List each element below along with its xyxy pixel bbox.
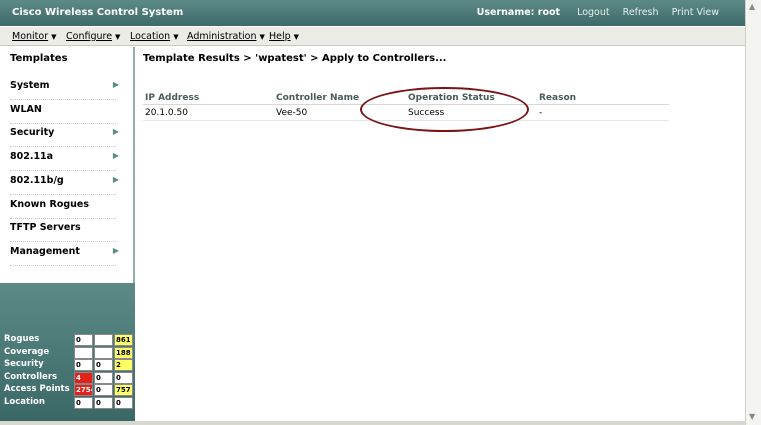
breadcrumb: Template Results > 'wpatest' > Apply to …: [143, 53, 447, 64]
menu-bar: Monitor ▼ Configure ▼ Location ▼ Administra…: [0, 27, 745, 46]
menu-administration-label: Administration: [187, 31, 257, 42]
menu-location-label: Location: [130, 31, 171, 42]
alarm-label: Location: [4, 397, 45, 407]
alarm-label: Access Points: [4, 384, 70, 394]
window-bottom-border: [0, 421, 745, 425]
app-header: Cisco Wireless Control System Username: …: [0, 0, 745, 26]
chevron-down-icon: ▼: [51, 33, 57, 41]
user-area: Username: root Logout Refresh Print View: [477, 7, 719, 18]
alarm-label: Controllers: [4, 372, 58, 382]
alarm-critical-count[interactable]: 2754: [74, 384, 93, 396]
sidebar-item-management[interactable]: Management ▶: [10, 246, 119, 266]
menu-help-label: Help: [269, 31, 291, 42]
main-content: Template Results > 'wpatest' > Apply to …: [137, 47, 745, 421]
scroll-up-icon[interactable]: ▲: [749, 2, 755, 11]
chevron-right-icon: ▶: [112, 127, 119, 136]
alarm-row-security[interactable]: Security 0 0 2: [0, 359, 135, 371]
cell-ip-address: 20.1.0.50: [145, 108, 188, 118]
chevron-right-icon: ▶: [112, 80, 119, 89]
alarm-critical-count[interactable]: 0: [74, 397, 93, 409]
menu-configure[interactable]: Configure ▼: [66, 31, 120, 42]
alarm-major-count[interactable]: [94, 334, 113, 346]
menu-location[interactable]: Location ▼: [130, 31, 179, 42]
username-label: Username: root: [476, 7, 561, 18]
sidebar-item-label: 802.11b/g: [10, 175, 64, 186]
alarm-major-count[interactable]: 0: [94, 359, 113, 371]
sidebar-item-80211bg[interactable]: 802.11b/g ▶: [10, 175, 119, 195]
sidebar-item-label: WLAN: [10, 104, 42, 115]
alarm-row-access-points[interactable]: Access Points 2754 0 757: [0, 384, 135, 396]
annotation-ellipse: [360, 87, 529, 132]
sidebar-item-label: Known Rogues: [10, 199, 90, 210]
column-header-reason[interactable]: Reason: [539, 93, 576, 103]
alarm-label: Rogues: [4, 334, 40, 344]
menu-configure-label: Configure: [66, 31, 113, 42]
sidebar-item-label: TFTP Servers: [10, 222, 81, 233]
chevron-down-icon: ▼: [259, 33, 265, 41]
sidebar-item-security[interactable]: Security ▶: [10, 127, 119, 147]
alarm-row-location[interactable]: Location 0 0 0: [0, 397, 135, 409]
sidebar-title: Templates: [10, 53, 68, 64]
sidebar-item-known-rogues[interactable]: Known Rogues: [10, 199, 116, 219]
menu-monitor[interactable]: Monitor ▼: [12, 31, 57, 42]
chevron-down-icon: ▼: [293, 33, 300, 41]
cell-reason: -: [539, 108, 543, 118]
menu-monitor-label: Monitor: [12, 31, 49, 42]
logout-link[interactable]: Logout: [577, 7, 610, 18]
column-header-ip-address[interactable]: IP Address: [145, 93, 199, 103]
alarm-summary: Rogues 0 861 Coverage 188 Security 0 0 2…: [0, 283, 135, 421]
alarm-major-count[interactable]: [94, 347, 113, 359]
menu-help[interactable]: Help ▼: [269, 31, 299, 42]
sidebar-item-80211a[interactable]: 802.11a ▶: [10, 151, 119, 171]
alarm-critical-count[interactable]: [74, 347, 93, 359]
menu-administration[interactable]: Administration ▼: [187, 31, 265, 42]
alarm-minor-count[interactable]: 757: [114, 384, 133, 396]
alarm-minor-count[interactable]: 0: [114, 397, 133, 409]
alarm-row-coverage[interactable]: Coverage 188: [0, 347, 135, 359]
sidebar-item-label: Security: [10, 127, 55, 138]
alarm-label: Security: [4, 359, 44, 369]
alarm-minor-count[interactable]: 2: [114, 359, 133, 371]
sidebar-item-tftp-servers[interactable]: TFTP Servers: [10, 222, 116, 242]
chevron-right-icon: ▶: [112, 246, 119, 255]
sidebar-item-wlan[interactable]: WLAN: [10, 104, 116, 124]
sidebar-item-system[interactable]: System ▶: [10, 80, 119, 100]
print-view-link[interactable]: Print View: [672, 7, 719, 18]
cell-controller-name: Vee-50: [276, 108, 308, 118]
alarm-minor-count[interactable]: 0: [114, 372, 133, 384]
chevron-right-icon: ▶: [112, 175, 119, 184]
alarm-critical-count[interactable]: 0: [74, 334, 93, 346]
vertical-scrollbar[interactable]: ▲ ▼: [745, 0, 761, 425]
sidebar-item-label: 802.11a: [10, 151, 54, 162]
alarm-critical-count[interactable]: 0: [74, 359, 93, 371]
column-header-controller-name[interactable]: Controller Name: [276, 93, 359, 103]
alarm-row-controllers[interactable]: Controllers 4 0 0: [0, 372, 135, 384]
chevron-down-icon: ▼: [173, 33, 179, 41]
scroll-down-icon[interactable]: ▼: [749, 412, 755, 421]
alarm-row-rogues[interactable]: Rogues 0 861: [0, 334, 135, 346]
chevron-right-icon: ▶: [112, 151, 119, 160]
sidebar-item-label: Management: [10, 246, 80, 257]
app-title: Cisco Wireless Control System: [12, 7, 184, 18]
refresh-link[interactable]: Refresh: [623, 7, 659, 18]
alarm-major-count[interactable]: 0: [94, 372, 113, 384]
alarm-major-count[interactable]: 0: [94, 397, 113, 409]
alarm-label: Coverage: [4, 347, 50, 357]
alarm-minor-count[interactable]: 861: [114, 334, 133, 346]
sidebar-item-label: System: [10, 80, 50, 91]
alarm-major-count[interactable]: 0: [94, 384, 113, 396]
alarm-critical-count[interactable]: 4: [74, 372, 93, 384]
alarm-minor-count[interactable]: 188: [114, 347, 133, 359]
chevron-down-icon: ▼: [115, 33, 121, 41]
